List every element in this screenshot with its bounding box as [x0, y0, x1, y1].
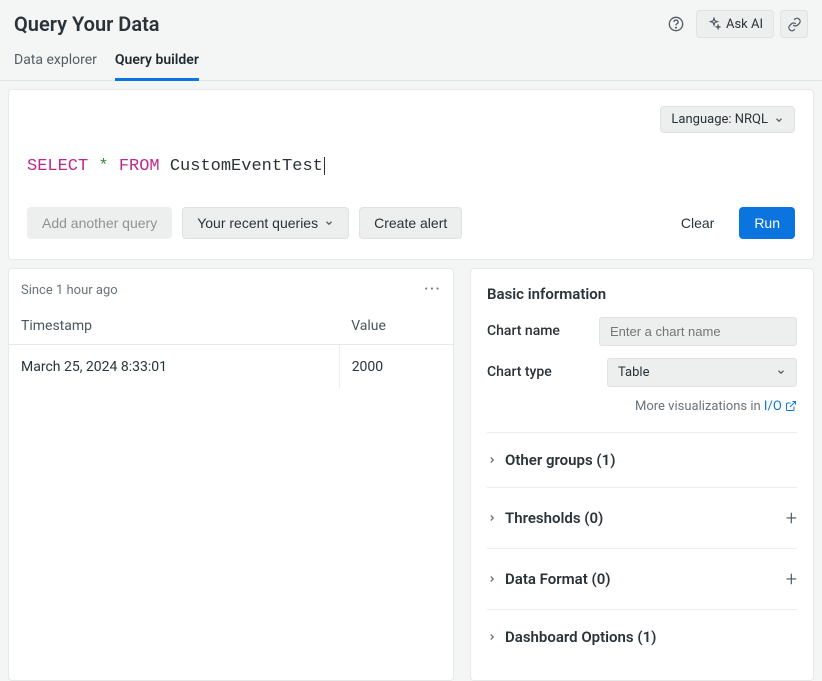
accordion-other-groups[interactable]: Other groups (1) [487, 432, 797, 487]
tab-data-explorer[interactable]: Data explorer [14, 44, 97, 80]
clear-button[interactable]: Clear [666, 207, 729, 239]
ask-ai-button[interactable]: Ask AI [696, 10, 774, 38]
io-link[interactable]: I/O [764, 399, 797, 414]
page-title: Query Your Data [14, 12, 160, 36]
language-label: Language: NRQL [671, 112, 768, 127]
more-viz-text: More visualizations in [635, 399, 764, 414]
accordion-label: Data Format (0) [505, 570, 786, 588]
chevron-down-icon [776, 367, 786, 377]
accordion-label: Other groups (1) [505, 451, 797, 469]
chevron-right-icon [487, 513, 505, 523]
query-keyword-from: FROM [119, 157, 160, 176]
table-row: March 25, 2024 8:33:01 2000 [9, 344, 453, 389]
query-identifier: CustomEventTest [170, 157, 323, 176]
col-value: Value [339, 308, 453, 345]
add-another-query-button[interactable]: Add another query [27, 207, 172, 239]
right-panel: Basic information Chart name Chart type … [470, 268, 814, 681]
query-card: Language: NRQL SELECT * FROM CustomEvent… [8, 89, 814, 260]
text-cursor [324, 157, 325, 175]
sparkle-icon [707, 17, 721, 31]
cell-timestamp: March 25, 2024 8:33:01 [9, 344, 339, 389]
chevron-down-icon [774, 115, 784, 125]
accordion-dashboard-options[interactable]: Dashboard Options (1) [487, 609, 797, 664]
results-since: Since 1 hour ago [21, 283, 118, 298]
col-timestamp: Timestamp [9, 308, 339, 345]
cell-value: 2000 [339, 344, 453, 389]
query-keyword-select: SELECT [27, 157, 88, 176]
plus-icon[interactable]: + [786, 567, 797, 591]
chevron-down-icon [324, 218, 334, 228]
ask-ai-label: Ask AI [726, 17, 763, 32]
accordion-label: Dashboard Options (1) [505, 628, 797, 646]
chart-type-select[interactable]: Table [607, 358, 797, 387]
more-options-icon[interactable]: ··· [424, 285, 441, 295]
more-viz-row: More visualizations in I/O [487, 399, 797, 414]
chart-type-label: Chart type [487, 364, 607, 380]
results-table: Timestamp Value March 25, 2024 8:33:01 2… [9, 308, 453, 389]
results-card: Since 1 hour ago ··· Timestamp Value Mar… [8, 268, 454, 681]
accordion-thresholds[interactable]: Thresholds (0) + [487, 487, 797, 548]
query-star: * [98, 157, 108, 176]
chevron-right-icon [487, 574, 505, 584]
query-actions: Add another query Your recent queries Cr… [27, 207, 795, 239]
basic-info-title: Basic information [487, 285, 797, 303]
chart-name-input[interactable] [599, 317, 797, 346]
chevron-right-icon [487, 632, 505, 642]
link-icon[interactable] [780, 10, 808, 38]
recent-queries-button[interactable]: Your recent queries [182, 207, 349, 239]
language-select[interactable]: Language: NRQL [660, 106, 795, 133]
chart-type-value: Table [618, 365, 649, 380]
recent-queries-label: Your recent queries [197, 215, 318, 231]
tabs: Data explorer Query builder [0, 44, 822, 81]
query-editor[interactable]: SELECT * FROM CustomEventTest [27, 155, 795, 179]
accordion-data-format[interactable]: Data Format (0) + [487, 548, 797, 609]
plus-icon[interactable]: + [786, 506, 797, 530]
chevron-right-icon [487, 455, 505, 465]
help-icon[interactable] [662, 10, 690, 38]
tab-query-builder[interactable]: Query builder [115, 44, 199, 81]
create-alert-button[interactable]: Create alert [359, 207, 462, 239]
run-button[interactable]: Run [739, 207, 795, 239]
chart-name-label: Chart name [487, 323, 599, 339]
accordion-label: Thresholds (0) [505, 509, 786, 527]
header-actions: Ask AI [662, 10, 808, 38]
